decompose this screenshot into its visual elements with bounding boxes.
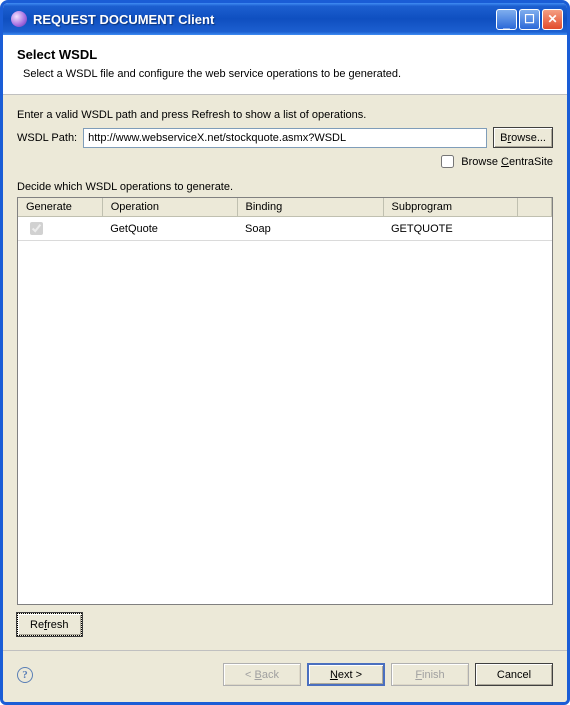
finish-button: Finish [391, 663, 469, 686]
browse-centrasite-label[interactable]: Browse CentraSite [461, 156, 553, 168]
centrasite-row: Browse CentraSite [17, 152, 553, 171]
window-control-buttons: _ ☐ ✕ [496, 9, 563, 30]
cell-binding: Soap [237, 217, 383, 241]
cell-subprogram: GETQUOTE [383, 217, 518, 241]
col-operation[interactable]: Operation [102, 198, 237, 217]
instruction-text: Enter a valid WSDL path and press Refres… [17, 109, 553, 121]
browse-centrasite-checkbox[interactable] [441, 155, 454, 168]
wizard-header: Select WSDL Select a WSDL file and confi… [3, 35, 567, 95]
eclipse-icon [11, 11, 27, 27]
minimize-button[interactable]: _ [496, 9, 517, 30]
wsdl-path-input[interactable] [83, 128, 487, 148]
table-row[interactable]: GetQuote Soap GETQUOTE [18, 217, 552, 241]
maximize-button[interactable]: ☐ [519, 9, 540, 30]
help-icon[interactable]: ? [17, 667, 33, 683]
close-button[interactable]: ✕ [542, 9, 563, 30]
window-title: REQUEST DOCUMENT Client [33, 12, 496, 27]
table-header-row: Generate Operation Binding Subprogram [18, 198, 552, 217]
operations-table: Generate Operation Binding Subprogram Ge… [18, 198, 552, 241]
wizard-content: Enter a valid WSDL path and press Refres… [3, 95, 567, 650]
cell-generate[interactable] [18, 217, 102, 241]
browse-button[interactable]: Browse... [493, 127, 553, 148]
col-extra [518, 198, 552, 217]
col-binding[interactable]: Binding [237, 198, 383, 217]
title-bar: REQUEST DOCUMENT Client _ ☐ ✕ [3, 3, 567, 35]
dialog-window: REQUEST DOCUMENT Client _ ☐ ✕ Select WSD… [0, 0, 570, 705]
back-button: < Back [223, 663, 301, 686]
next-button[interactable]: Next > [307, 663, 385, 686]
wsdl-path-label: WSDL Path: [17, 132, 77, 144]
refresh-row: Refresh [17, 613, 553, 636]
wsdl-path-row: WSDL Path: Browse... [17, 127, 553, 148]
decide-label: Decide which WSDL operations to generate… [17, 181, 553, 193]
generate-checkbox[interactable] [30, 222, 43, 235]
wizard-title: Select WSDL [17, 47, 553, 62]
col-subprogram[interactable]: Subprogram [383, 198, 518, 217]
wizard-description: Select a WSDL file and configure the web… [23, 68, 553, 80]
refresh-button[interactable]: Refresh [17, 613, 82, 636]
wizard-footer: ? < Back Next > Finish Cancel [3, 650, 567, 702]
col-generate[interactable]: Generate [18, 198, 102, 217]
wizard-buttons: < Back Next > Finish Cancel [223, 663, 553, 686]
cancel-button[interactable]: Cancel [475, 663, 553, 686]
cell-operation: GetQuote [102, 217, 237, 241]
operations-table-container: Generate Operation Binding Subprogram Ge… [17, 197, 553, 605]
